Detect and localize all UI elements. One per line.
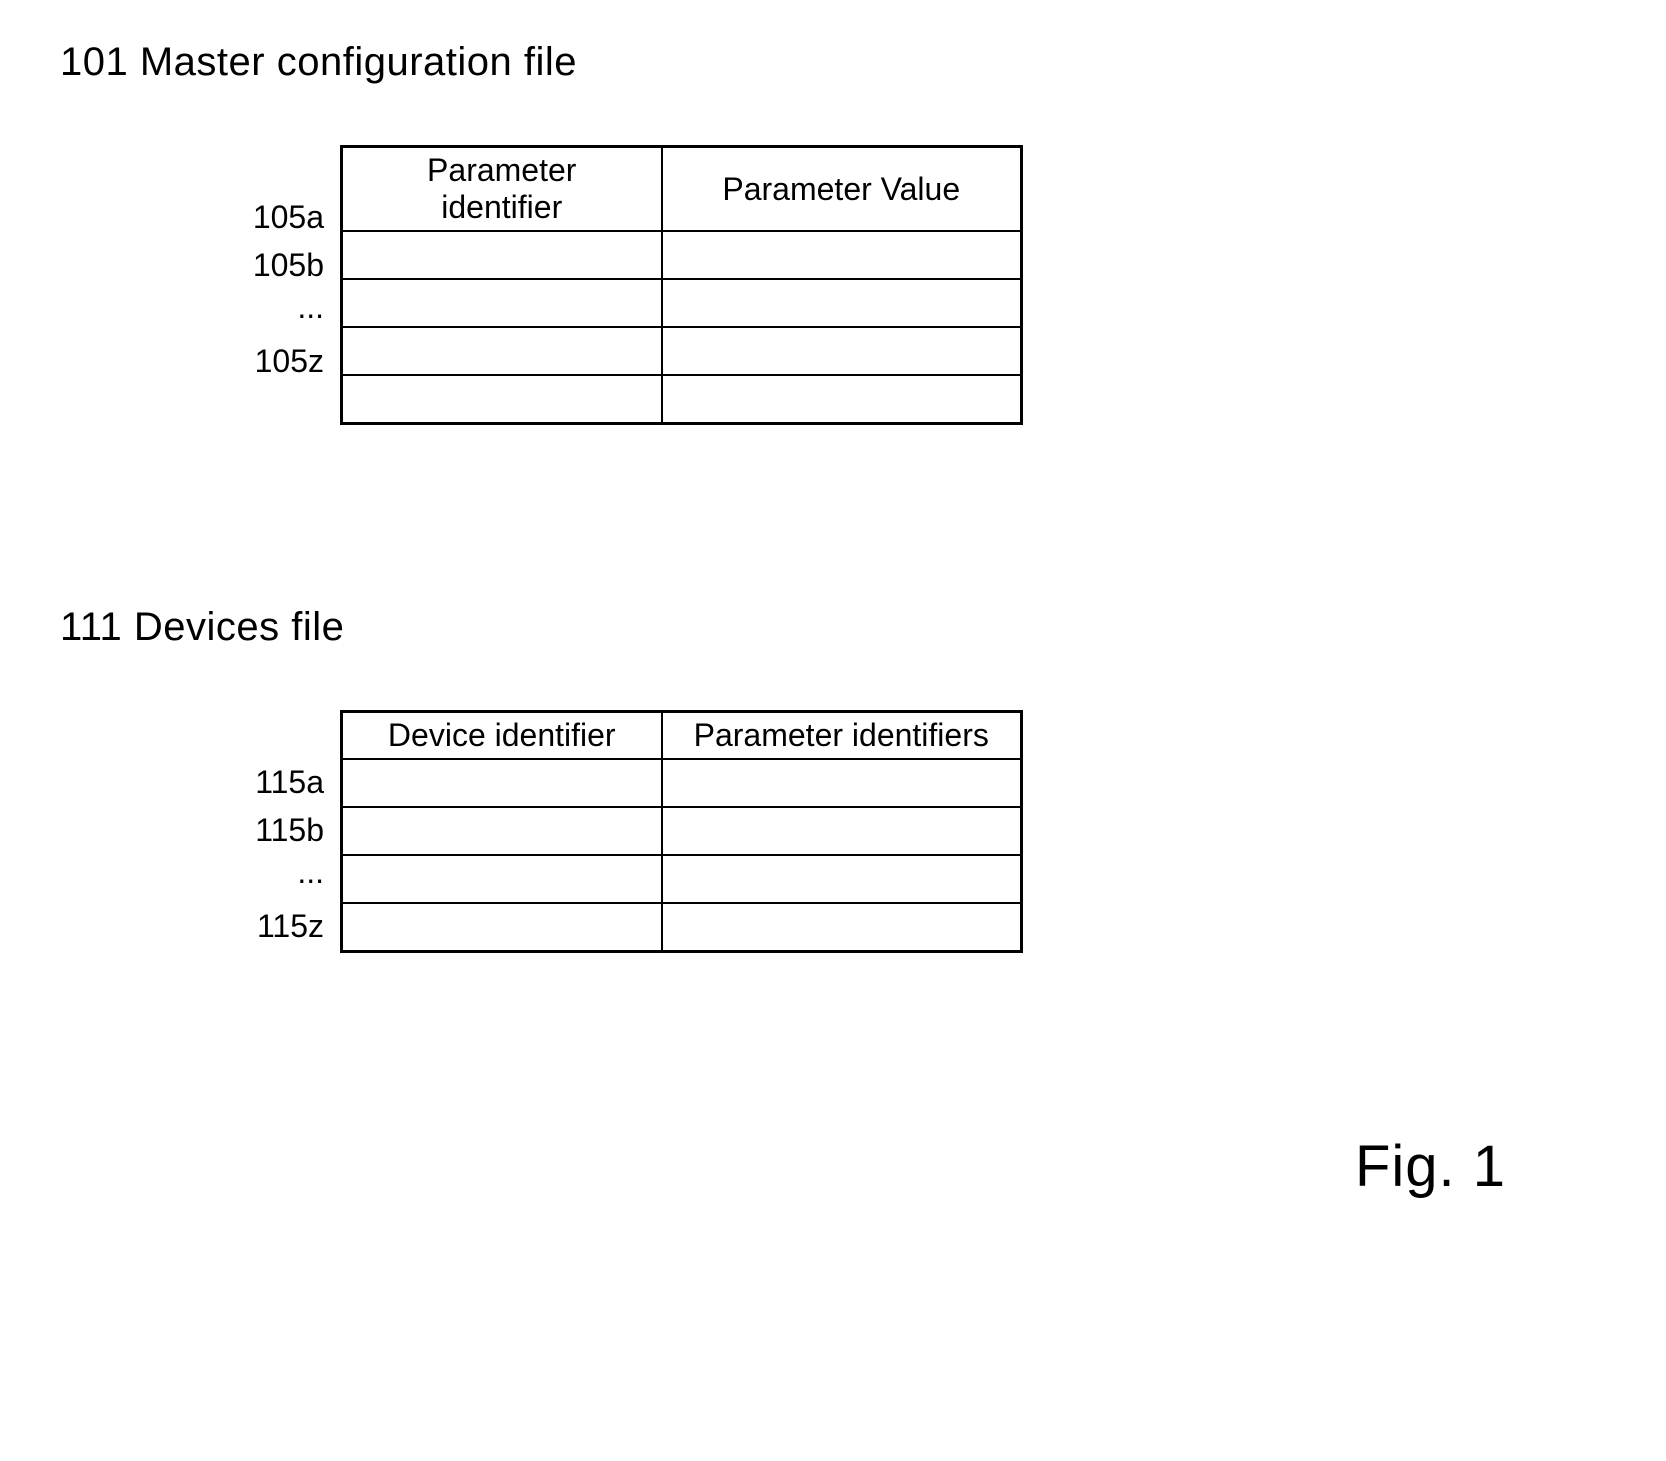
- devices-file-table: Device identifier Parameter identifiers: [340, 710, 1023, 953]
- table-cell: [662, 807, 1022, 855]
- table-cell: [662, 375, 1022, 423]
- row-label: 105z: [240, 337, 330, 385]
- table-row: [342, 279, 1022, 327]
- row-label: 115a: [240, 758, 330, 806]
- table-cell: [662, 903, 1022, 951]
- table-row: [342, 903, 1022, 951]
- column-header: Parameter identifiers: [662, 711, 1022, 759]
- master-config-table: Parameter identifier Parameter Value: [340, 145, 1023, 425]
- row-labels: 115a 115b ... 115z: [240, 710, 330, 950]
- table-cell: [342, 231, 662, 279]
- section-title: 101 Master configuration file: [60, 40, 1606, 85]
- column-header: Parameter Value: [662, 147, 1022, 232]
- table-header-row: Device identifier Parameter identifiers: [342, 711, 1022, 759]
- row-label: 115z: [240, 902, 330, 950]
- table-cell: [662, 327, 1022, 375]
- row-labels: 105a 105b ... 105z: [240, 145, 330, 385]
- table-cell: [342, 855, 662, 903]
- table-cell: [662, 279, 1022, 327]
- table-cell: [342, 279, 662, 327]
- table-cell: [342, 807, 662, 855]
- table-row: [342, 327, 1022, 375]
- table-row: [342, 759, 1022, 807]
- devices-file-section: 111 Devices file 115a 115b ... 115z Devi…: [60, 605, 1606, 953]
- table-cell: [342, 759, 662, 807]
- table-row: [342, 807, 1022, 855]
- row-label: 105a: [240, 193, 330, 241]
- table-cell: [662, 231, 1022, 279]
- table-header-row: Parameter identifier Parameter Value: [342, 147, 1022, 232]
- table-cell: [342, 903, 662, 951]
- table-wrapper: 115a 115b ... 115z Device identifier Par…: [240, 710, 1606, 953]
- row-label-ellipsis: ...: [240, 289, 330, 337]
- section-title: 111 Devices file: [60, 605, 1606, 650]
- table-row: [342, 855, 1022, 903]
- table-cell: [662, 759, 1022, 807]
- column-header: Parameter identifier: [342, 147, 662, 232]
- row-label: 115b: [240, 806, 330, 854]
- table-row: [342, 231, 1022, 279]
- table-row: [342, 375, 1022, 423]
- table-cell: [342, 327, 662, 375]
- figure-caption: Fig. 1: [60, 1133, 1506, 1200]
- row-label: 105b: [240, 241, 330, 289]
- table-cell: [342, 375, 662, 423]
- table-cell: [662, 855, 1022, 903]
- row-label-ellipsis: ...: [240, 854, 330, 902]
- table-wrapper: 105a 105b ... 105z Parameter identifier …: [240, 145, 1606, 425]
- master-config-section: 101 Master configuration file 105a 105b …: [60, 40, 1606, 425]
- column-header: Device identifier: [342, 711, 662, 759]
